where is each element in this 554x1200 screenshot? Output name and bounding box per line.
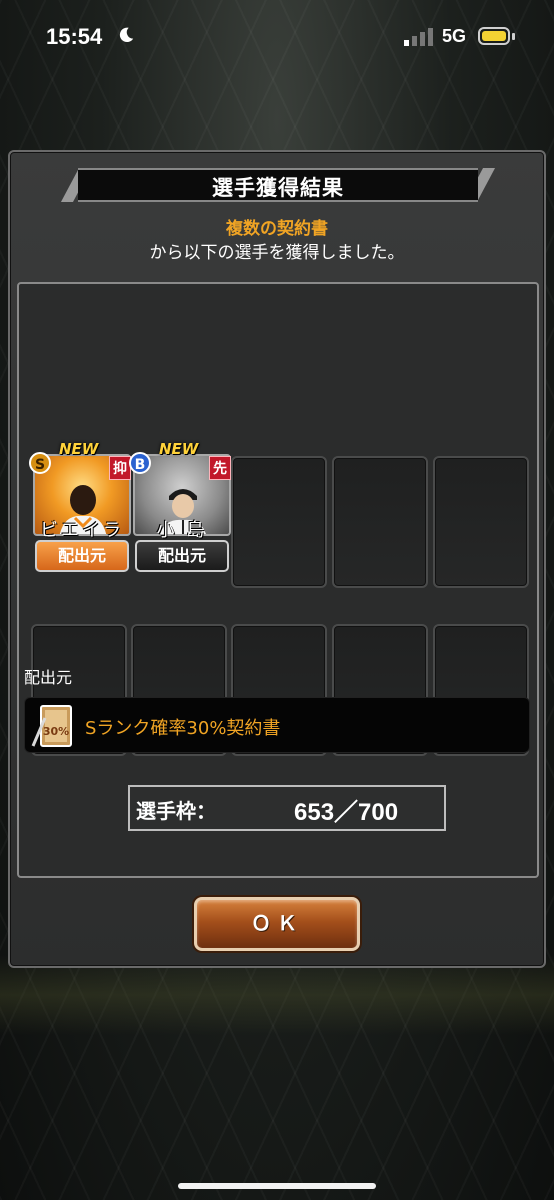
contract-row: 30% Sランク確率30%契約書 — [24, 697, 530, 753]
battery-tip — [512, 33, 515, 40]
empty-slot — [332, 456, 428, 588]
player-card[interactable]: NEW B 先 小 島 配出元 — [129, 440, 231, 576]
slots-label: 選手枠： — [136, 799, 216, 823]
new-badge: NEW — [159, 440, 199, 458]
player-card[interactable]: NEW S 抑 ビエイラ 配出元 — [29, 440, 131, 576]
ok-button[interactable]: ＯＫ — [194, 897, 360, 951]
contract-icon: 30% — [31, 705, 72, 747]
player-name: ビエイラ — [40, 520, 124, 541]
slots-value: 653／700 — [294, 799, 399, 826]
network-type: 5G — [442, 26, 467, 46]
home-indicator[interactable] — [178, 1183, 376, 1189]
new-badge: NEW — [59, 440, 99, 458]
message-text: から以下の選手を獲得しました。 — [149, 243, 405, 263]
player-slots: 選手枠： 653／700 — [128, 785, 446, 831]
moon-icon — [119, 27, 134, 43]
battery-icon — [478, 27, 510, 45]
position-badge: 先 — [209, 456, 231, 480]
title-bar: 選手獲得結果 — [78, 168, 478, 202]
status-time: 15:54 — [46, 24, 103, 49]
player-name: 小 島 — [156, 520, 208, 541]
result-dialog: 選手獲得結果 複数の契約書 から以下の選手を獲得しました。 NEW S 抑 ビエ… — [8, 150, 546, 968]
contract-icon-text: 30% — [43, 725, 69, 738]
message-highlight: 複数の契約書 — [226, 219, 328, 239]
source-button[interactable]: 配出元 — [135, 540, 229, 572]
source-section-label: 配出元 — [24, 668, 73, 687]
contract-name: Sランク確率30%契約書 — [85, 718, 281, 739]
position-badge: 抑 — [109, 456, 131, 480]
source-button[interactable]: 配出元 — [35, 540, 129, 572]
status-bar: 15:54 5G — [0, 0, 554, 74]
empty-slot — [231, 456, 327, 588]
rank-badge: B — [129, 452, 151, 474]
signal-icon — [404, 28, 433, 46]
dialog-title: 選手獲得結果 — [212, 176, 344, 200]
empty-slot — [433, 456, 529, 588]
rank-badge: S — [29, 452, 51, 474]
